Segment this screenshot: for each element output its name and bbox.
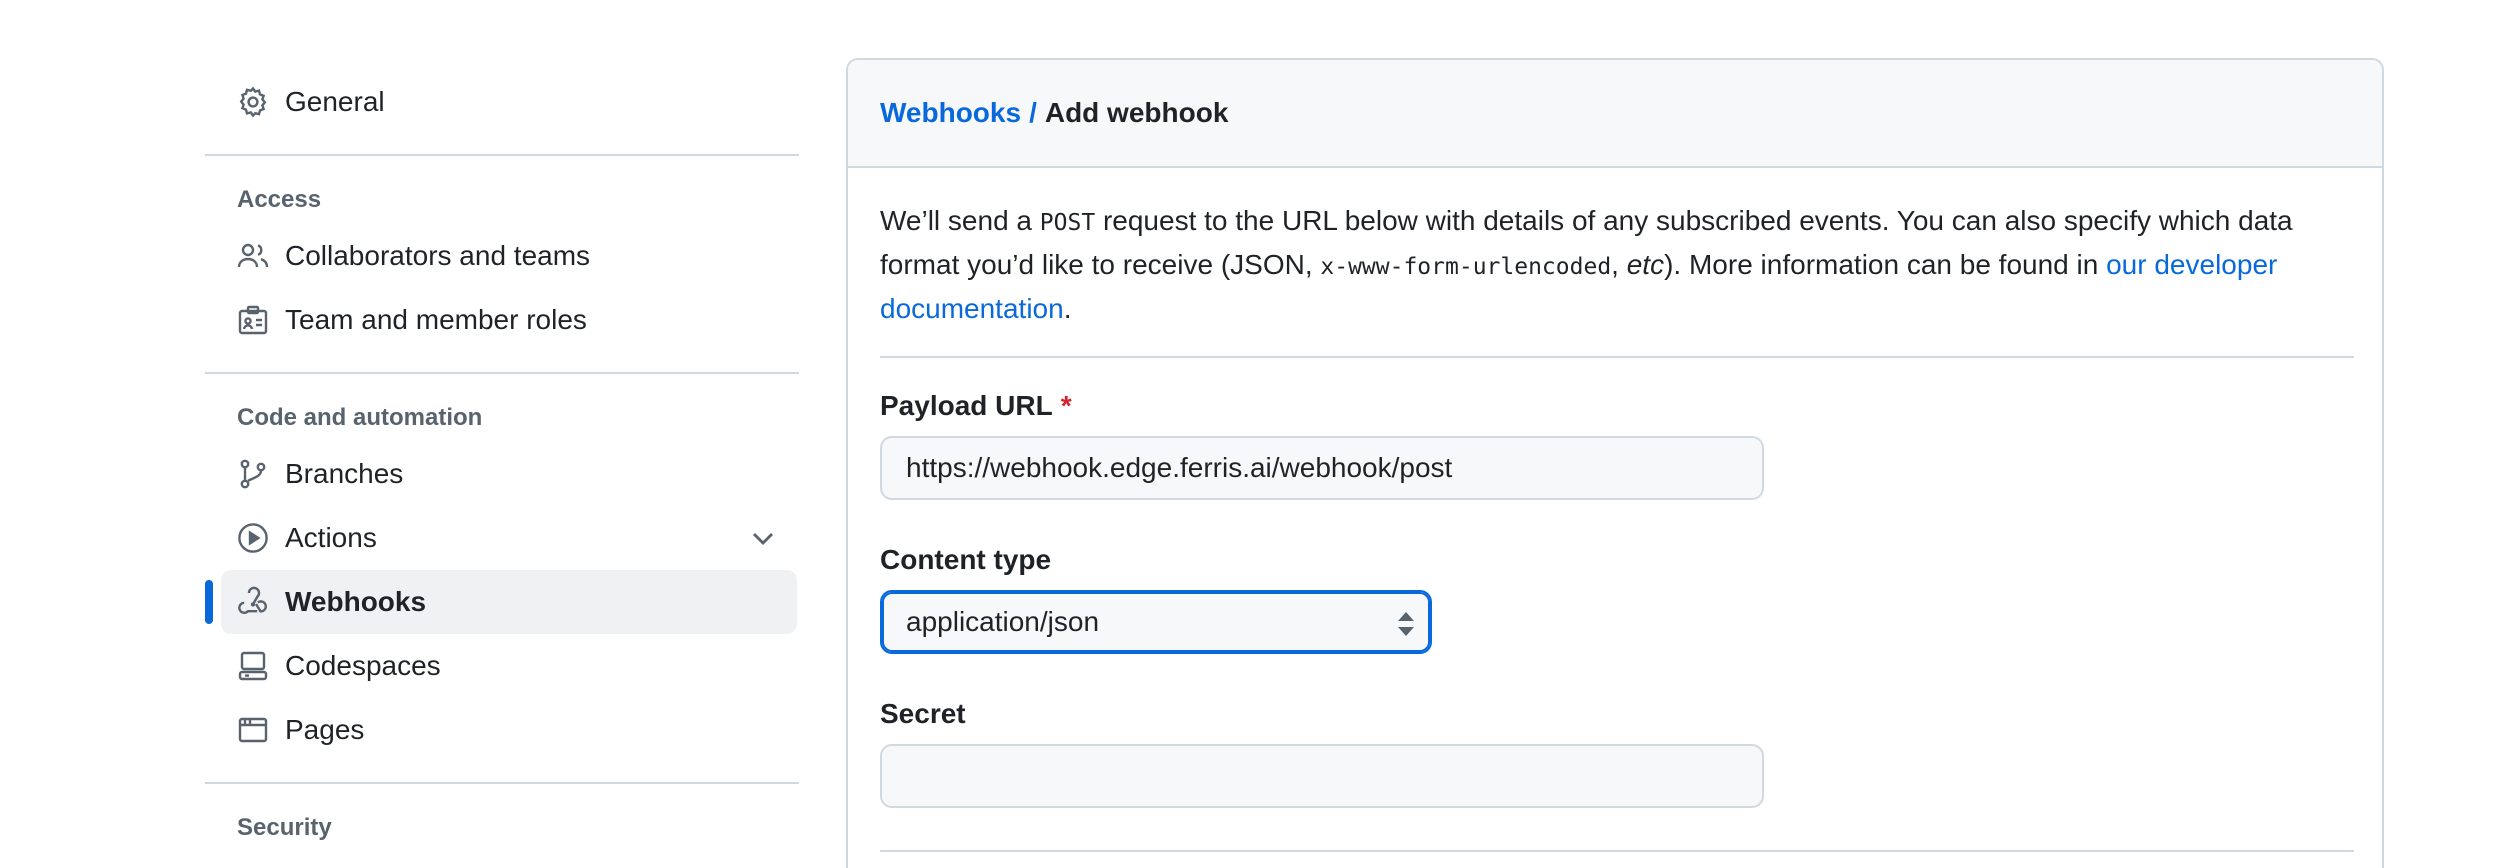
sidebar-item-member-roles[interactable]: Team and member roles	[205, 288, 799, 352]
settings-sidebar: General Access Collaborators and teams T…	[205, 70, 799, 852]
sidebar-item-label: Actions	[285, 522, 377, 553]
content-type-select[interactable]: application/json	[880, 590, 1432, 654]
intro-text-part: ). More information can be found in	[1664, 249, 2107, 280]
payload-url-label: Payload URL *	[880, 388, 2350, 424]
sidebar-item-label: Pages	[285, 714, 365, 745]
intro-text-part: We’ll send a	[880, 205, 1040, 236]
sidebar-item-branches[interactable]: Branches	[205, 442, 799, 506]
sidebar-item-label: Team and member roles	[285, 304, 587, 335]
webhook-icon	[237, 586, 269, 618]
id-badge-icon	[237, 304, 269, 336]
page-title: Add webhook	[1044, 97, 1229, 128]
payload-url-label-text: Payload URL	[880, 390, 1053, 421]
intro-text-part: ,	[1611, 249, 1627, 280]
breadcrumb: Webhooks / Add webhook	[848, 60, 2382, 168]
select-arrows-icon	[1396, 610, 1416, 638]
git-branch-icon	[237, 458, 269, 490]
sidebar-heading-security: Security	[237, 814, 332, 841]
settings-page: General Access Collaborators and teams T…	[0, 0, 2502, 868]
sidebar-divider	[205, 372, 799, 374]
form-divider	[880, 850, 2354, 852]
required-marker: *	[1060, 390, 1072, 421]
sidebar-item-label: General	[285, 86, 385, 117]
sidebar-item-label: Webhooks	[285, 586, 427, 617]
sidebar-item-label: Branches	[285, 458, 404, 489]
form-body: We’ll send a POST request to the URL bel…	[848, 168, 2382, 852]
breadcrumb-webhooks-link[interactable]: Webhooks	[880, 97, 1021, 129]
sidebar-item-collaborators[interactable]: Collaborators and teams	[205, 224, 799, 288]
sidebar-item-codespaces[interactable]: Codespaces	[205, 634, 799, 698]
urlencoded-code: x-www-form-urlencoded	[1320, 254, 1612, 280]
intro-text: We’ll send a POST request to the URL bel…	[880, 200, 2360, 330]
form-divider	[880, 356, 2354, 358]
sidebar-item-pages[interactable]: Pages	[205, 698, 799, 762]
breadcrumb-separator: /	[1029, 97, 1037, 128]
sidebar-item-label: Collaborators and teams	[285, 240, 591, 271]
sidebar-item-general[interactable]: General	[205, 70, 799, 134]
sidebar-item-webhooks[interactable]: Webhooks	[205, 570, 797, 634]
chevron-down-icon[interactable]	[747, 522, 779, 554]
sidebar-heading-access: Access	[237, 186, 322, 213]
content-type-value: application/json	[906, 606, 1100, 637]
codespaces-icon	[237, 650, 269, 682]
payload-url-input[interactable]	[880, 436, 1764, 500]
etc-text: etc	[1626, 249, 1665, 280]
people-icon	[237, 240, 269, 272]
gear-icon	[237, 86, 269, 118]
sidebar-item-actions[interactable]: Actions	[205, 506, 799, 570]
intro-text-part: .	[1063, 293, 1072, 324]
active-indicator	[205, 580, 213, 624]
sidebar-divider	[205, 154, 799, 156]
content-type-label: Content type	[880, 544, 1052, 575]
browser-icon	[237, 714, 269, 746]
add-webhook-panel: Webhooks / Add webhook We’ll send a POST…	[846, 58, 2384, 868]
post-code: POST	[1039, 210, 1096, 236]
sidebar-heading-code-automation: Code and automation	[237, 404, 483, 431]
sidebar-divider	[205, 782, 799, 784]
secret-label: Secret	[880, 698, 966, 729]
play-circle-icon	[237, 522, 269, 554]
sidebar-item-label: Codespaces	[285, 650, 441, 681]
secret-input[interactable]	[880, 744, 1764, 808]
